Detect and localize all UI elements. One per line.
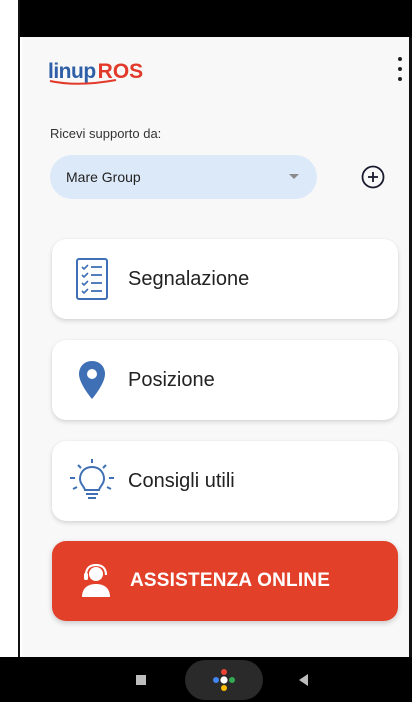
system-navigation-bar — [0, 657, 412, 702]
lightbulb-icon — [62, 458, 122, 504]
support-label: Ricevi supporto da: — [50, 126, 162, 141]
overflow-menu-icon[interactable] — [393, 57, 407, 81]
device-frame-left — [0, 0, 20, 702]
menu-card-consigli-utili[interactable]: Consigli utili — [52, 441, 398, 521]
app-screen: linup ROS Ricevi supporto da: Mare Group — [22, 37, 409, 657]
dropdown-arrow-icon — [289, 174, 299, 179]
support-provider-select[interactable]: Mare Group — [50, 155, 317, 199]
menu-card-label: Posizione — [128, 368, 215, 391]
menu-card-label: Segnalazione — [128, 267, 250, 290]
checklist-icon — [62, 257, 122, 301]
logo-swoosh-icon — [49, 79, 117, 85]
add-circle-icon[interactable] — [360, 164, 386, 190]
app-logo: linup ROS — [48, 54, 143, 85]
headset-operator-icon — [66, 564, 126, 598]
location-pin-icon — [62, 359, 122, 401]
back-icon[interactable] — [299, 674, 308, 686]
home-button[interactable] — [185, 660, 263, 700]
assistenza-online-label: ASSISTENZA ONLINE — [130, 570, 331, 591]
support-provider-value: Mare Group — [66, 169, 141, 185]
recent-apps-icon[interactable] — [136, 675, 146, 685]
assistant-dots-icon — [213, 669, 235, 691]
status-bar — [0, 0, 412, 37]
menu-card-segnalazione[interactable]: Segnalazione — [52, 239, 398, 319]
menu-card-label: Consigli utili — [128, 469, 235, 492]
assistenza-online-button[interactable]: ASSISTENZA ONLINE — [52, 541, 398, 621]
menu-card-posizione[interactable]: Posizione — [52, 340, 398, 420]
